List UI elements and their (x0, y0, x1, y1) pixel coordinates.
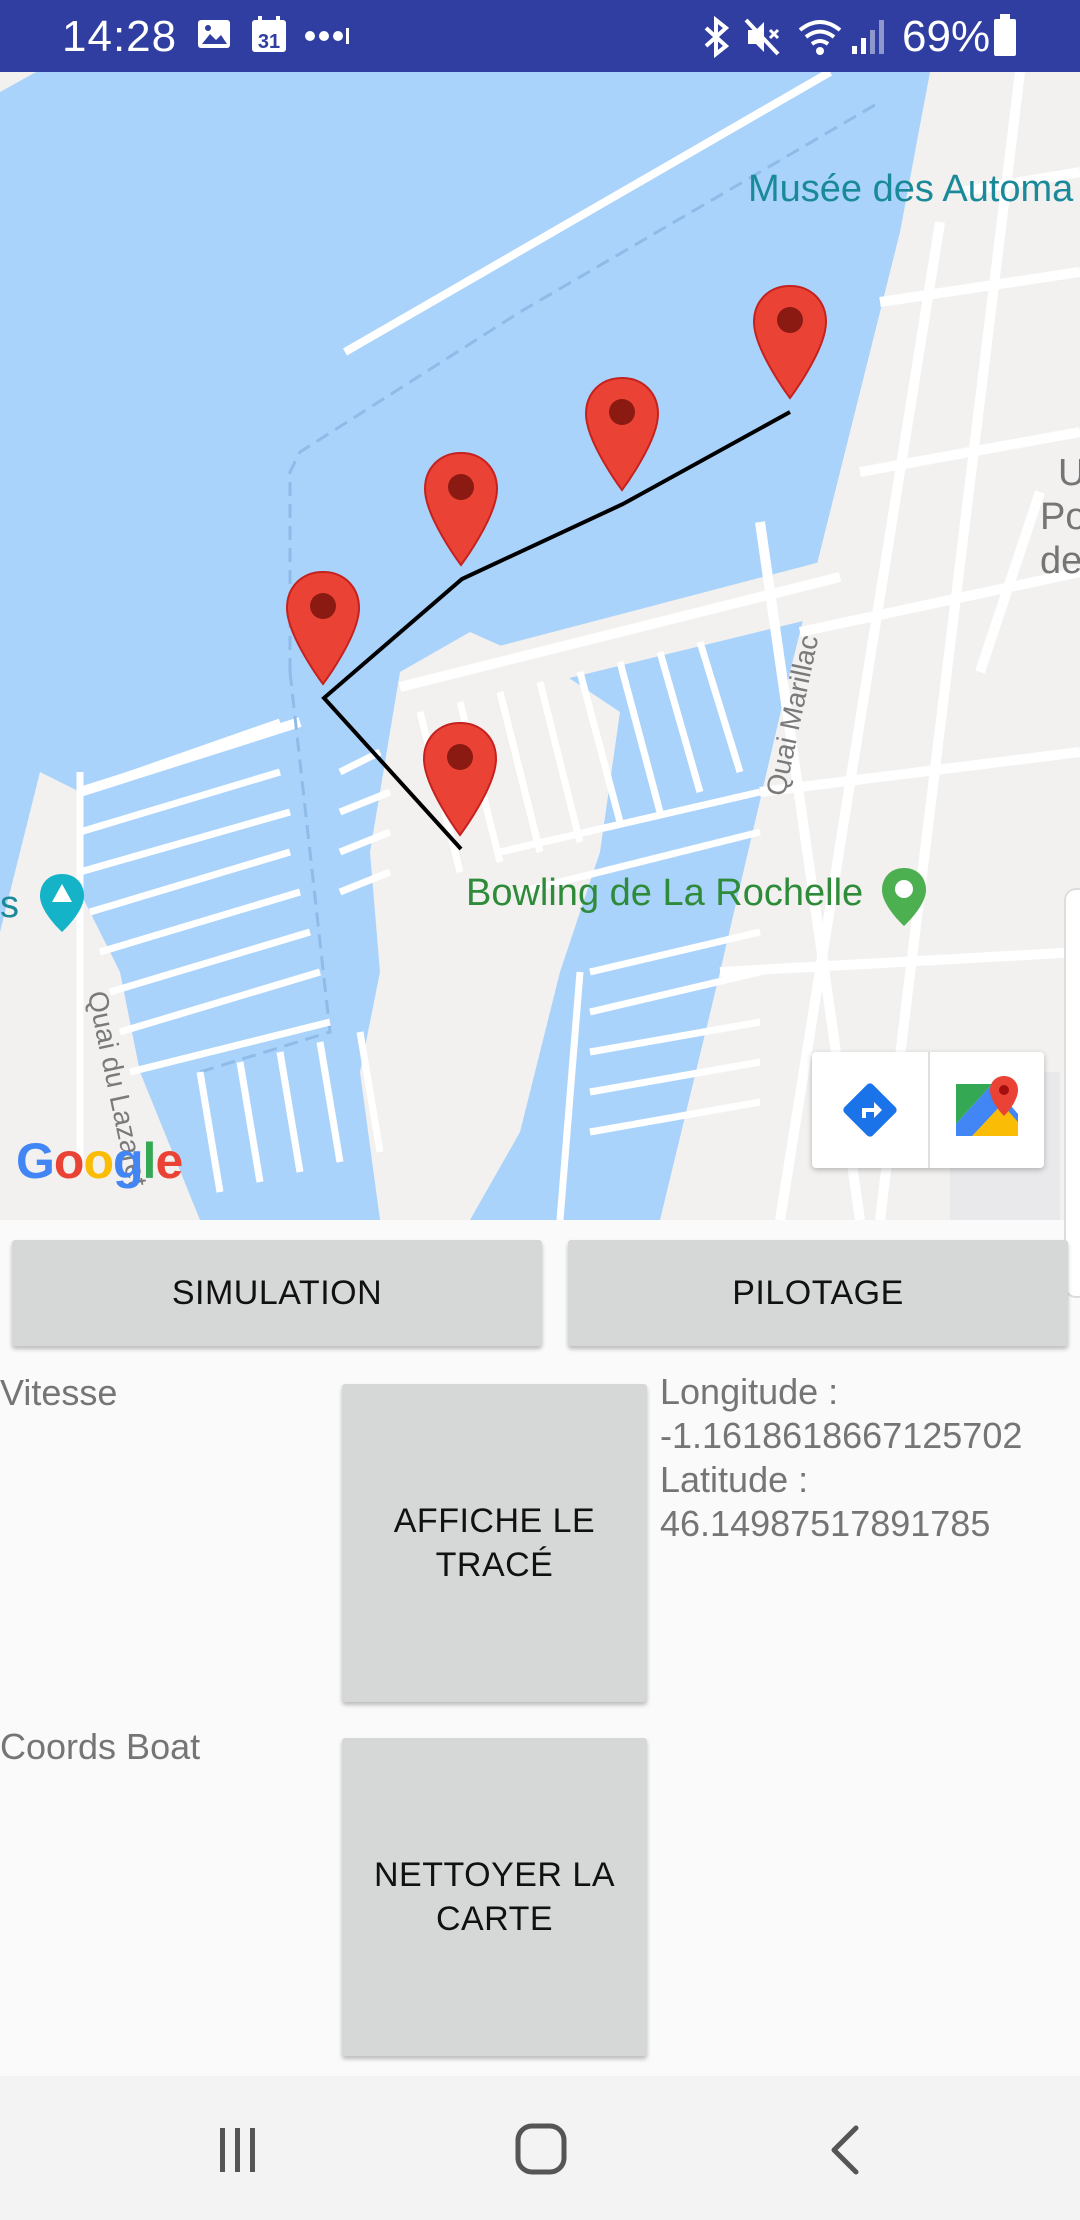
map-marker-icon[interactable] (582, 374, 662, 494)
map-tiles (0, 72, 1080, 1220)
home-icon[interactable] (514, 2122, 568, 2176)
poi-museum[interactable]: Musée des Automa (748, 168, 1073, 211)
nettoyer-carte-label-line1: NETTOYER LA (373, 1856, 616, 1894)
simulation-button-label: SIMULATION (171, 1274, 383, 1312)
coords-boat-label: Coords Boat (0, 1726, 201, 1767)
more-icon (304, 22, 352, 55)
gallery-icon (196, 16, 232, 57)
directions-icon[interactable] (838, 1078, 902, 1142)
navigation-bar (0, 2076, 1080, 2220)
signal-icon (850, 16, 890, 63)
poi-partial-right-2: Po (1040, 496, 1080, 538)
vitesse-label: Vitesse (0, 1372, 118, 1413)
nettoyer-carte-label-line2: CARTE (435, 1900, 554, 1938)
simulation-button[interactable]: SIMULATION (12, 1240, 542, 1346)
poi-partial-right-3: de (1040, 540, 1080, 582)
mute-icon (742, 16, 784, 63)
battery-icon (992, 14, 1018, 63)
status-bar: 14:28 31 69% (0, 0, 1080, 72)
google-logo: Google (16, 1133, 183, 1189)
coordinates-panel: Longitude : -1.1618618667125702 Latitude… (660, 1370, 1022, 1546)
map-marker-icon[interactable] (283, 568, 363, 688)
bluetooth-icon (700, 15, 734, 63)
poi-bowling[interactable]: Bowling de La Rochelle (466, 872, 863, 915)
poi-partial-right-1: U (1058, 452, 1080, 494)
map-view[interactable]: Musée des Automa Bowling de La Rochelle … (0, 72, 1080, 1220)
calendar-day: 31 (258, 31, 280, 53)
latitude-value: 46.14987517891785 (660, 1503, 991, 1544)
calendar-icon: 31 (250, 16, 290, 61)
edge-panel-handle[interactable] (1064, 888, 1080, 1298)
status-time: 14:28 (62, 12, 178, 61)
pilotage-button[interactable]: PILOTAGE (568, 1240, 1068, 1346)
google-maps-icon[interactable] (952, 1074, 1022, 1144)
affiche-trace-label-line2: TRACÉ (435, 1546, 554, 1584)
back-icon[interactable] (822, 2124, 870, 2176)
map-marker-icon[interactable] (420, 719, 500, 839)
battery-percent: 69% (902, 12, 991, 61)
latitude-label: Latitude : (660, 1459, 809, 1500)
toolbar-divider (928, 1052, 930, 1168)
longitude-label: Longitude : (660, 1371, 839, 1412)
map-toolbar (812, 1052, 1044, 1168)
recent-apps-icon[interactable] (212, 2124, 264, 2176)
map-marker-icon[interactable] (750, 282, 830, 402)
longitude-value: -1.1618618667125702 (660, 1415, 1023, 1456)
affiche-trace-label-line1: AFFICHE LE (393, 1502, 596, 1540)
nettoyer-carte-button[interactable]: NETTOYER LA CARTE (342, 1738, 647, 2056)
map-marker-icon[interactable] (421, 449, 501, 569)
bowling-pin-icon[interactable] (880, 866, 928, 928)
pilotage-button-label: PILOTAGE (732, 1274, 904, 1312)
wifi-icon (796, 16, 844, 63)
affiche-trace-button[interactable]: AFFICHE LE TRACÉ (342, 1384, 647, 1702)
poi-partial-left: s (0, 884, 19, 926)
beach-pin-icon[interactable] (38, 872, 86, 934)
